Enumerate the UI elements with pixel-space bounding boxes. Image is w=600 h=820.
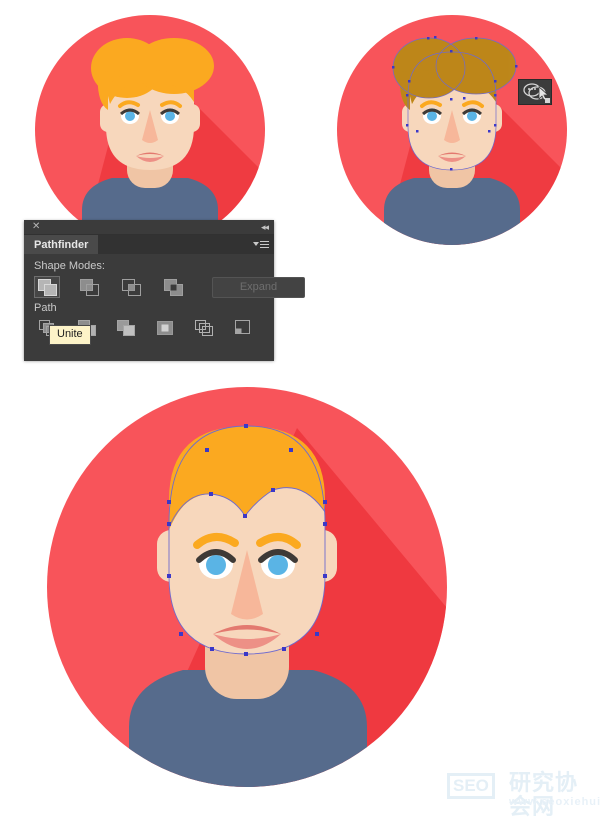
tab-pathfinder-label: Pathfinder — [34, 238, 89, 251]
eye-right — [462, 108, 482, 124]
unite-cursor-badge — [518, 79, 552, 105]
close-icon[interactable]: ✕ — [32, 221, 40, 233]
panel-titlebar: ✕ ◂◂ — [24, 220, 274, 235]
panel-body: Shape Modes: Expand Path Unite — [24, 254, 305, 361]
minus-front-icon — [80, 279, 99, 296]
unite-icon — [38, 279, 57, 296]
avatar-step-2[interactable] — [330, 10, 580, 250]
screenshot-canvas: ✕ ◂◂ Pathfinder Shape Modes: Expand Path… — [0, 0, 600, 820]
pathfinder-panel[interactable]: ✕ ◂◂ Pathfinder Shape Modes: Expand Path… — [24, 220, 305, 361]
panel-menu-icon[interactable] — [253, 239, 269, 251]
outline-icon — [195, 320, 213, 336]
tab-strip-filler — [98, 235, 274, 254]
eye-left — [196, 549, 236, 579]
expand-button[interactable]: Expand — [212, 276, 305, 298]
eye-right — [160, 108, 180, 124]
eye-right — [258, 549, 298, 579]
unite-tooltip-label: Unite — [57, 328, 83, 340]
collapse-panel-icon[interactable]: ◂◂ — [261, 220, 269, 234]
merge-icon — [117, 320, 135, 336]
avatar-step-1[interactable] — [22, 10, 284, 250]
pathfinder-merge-button[interactable] — [114, 318, 140, 340]
expand-button-label: Expand — [239, 281, 278, 293]
tab-pathfinder[interactable]: Pathfinder — [24, 235, 99, 254]
minus-back-icon — [235, 320, 250, 334]
shape-modes-row: Expand — [34, 276, 305, 298]
watermark-cn-text: 研究协会网 — [509, 771, 579, 820]
shape-modes-label: Shape Modes: — [34, 260, 105, 272]
pathfinders-label: Path — [34, 302, 57, 314]
intersect-icon — [122, 279, 141, 296]
crop-icon — [157, 321, 173, 335]
exclude-icon — [164, 279, 183, 296]
eye-left — [120, 108, 140, 124]
pathfinder-minus-back-button[interactable] — [231, 318, 257, 340]
eye-left — [422, 108, 442, 124]
unite-cursor-icon — [519, 80, 551, 104]
pathfinder-crop-button[interactable] — [153, 318, 179, 340]
avatar-step-3-large[interactable] — [45, 382, 505, 817]
shape-mode-minus-front-button[interactable] — [76, 276, 102, 298]
shape-mode-intersect-button[interactable] — [118, 276, 144, 298]
panel-tab-row: Pathfinder — [24, 235, 274, 254]
shape-mode-unite-button[interactable] — [34, 276, 60, 298]
watermark-url-text: www.seoxiehui.cn — [509, 796, 600, 808]
shape-mode-exclude-button[interactable] — [160, 276, 186, 298]
unite-tooltip: Unite — [49, 325, 91, 345]
pathfinder-outline-button[interactable] — [192, 318, 218, 340]
